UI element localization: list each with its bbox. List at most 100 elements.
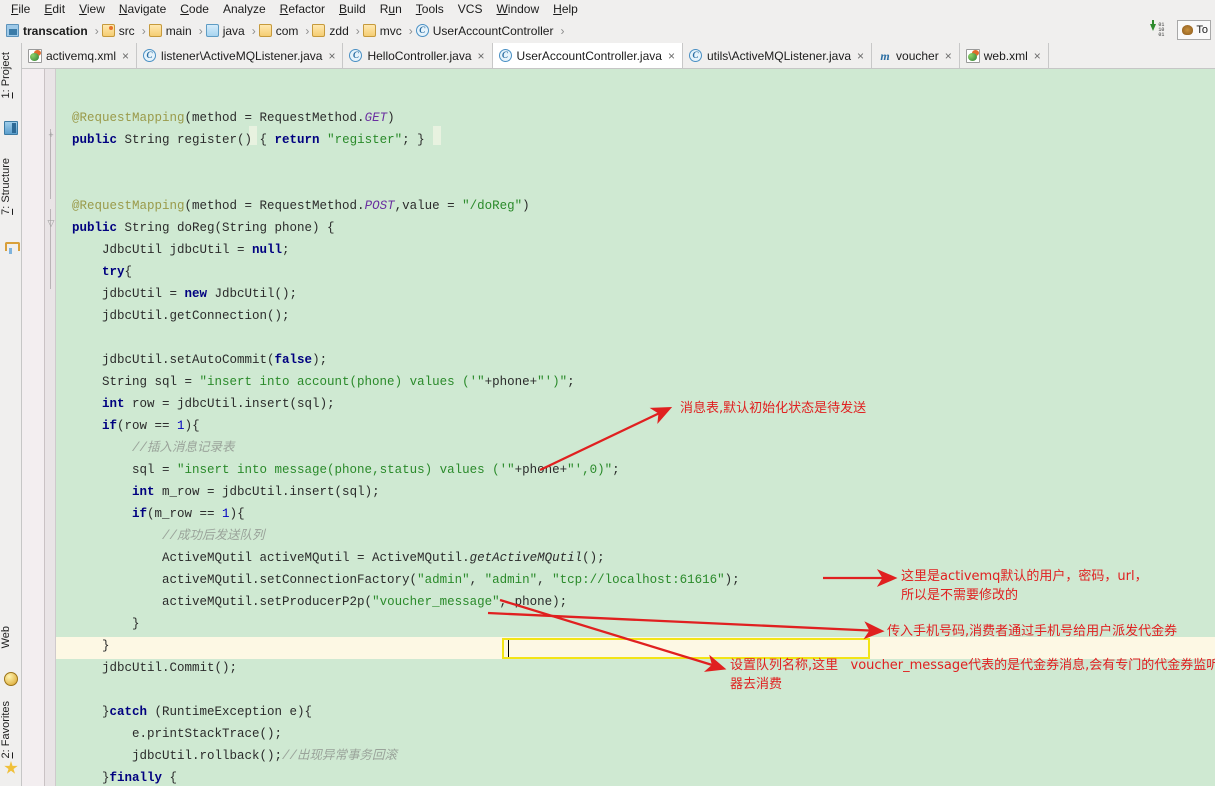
breadcrumb-label: src [118, 23, 135, 38]
breadcrumb: transcation › src › main › java › com › … [0, 18, 1215, 43]
breadcrumb-label: mvc [379, 23, 402, 38]
menu-item-analyze[interactable]: Analyze [216, 1, 273, 17]
close-icon[interactable]: × [478, 50, 485, 62]
folder-icon [148, 24, 162, 37]
menu-item-build[interactable]: Build [332, 1, 373, 17]
breadcrumb-label: transcation [23, 23, 88, 38]
menu-bar: FFileile Edit View Navigate Code Analyze… [0, 0, 1215, 18]
java-class-icon: C [688, 49, 702, 62]
breadcrumb-item-com[interactable]: com [258, 23, 302, 38]
tab-label: UserAccountController.java [516, 48, 662, 63]
code-editor[interactable]: + ▽ @RequestMapping(method = RequestMeth… [22, 69, 1215, 786]
tomcat-bug-icon [1180, 23, 1196, 37]
menu-item-help[interactable]: Help [546, 1, 585, 17]
close-icon[interactable]: × [945, 50, 952, 62]
folder-source-icon [101, 24, 115, 37]
tomcat-label: To [1196, 24, 1208, 36]
tab-label: voucher [896, 48, 939, 63]
fold-toggle-icon[interactable]: + [47, 131, 55, 140]
tab-voucher[interactable]: m voucher × [872, 43, 960, 68]
tab-label: web.xml [983, 48, 1028, 63]
text-caret [508, 640, 509, 657]
breadcrumb-separator: › [198, 23, 203, 38]
breadcrumb-label: main [165, 23, 192, 38]
breadcrumb-label: UserAccountController [432, 23, 554, 38]
java-class-icon: C [349, 49, 363, 62]
web-globe-icon [4, 672, 18, 686]
breadcrumb-label: zdd [329, 23, 349, 38]
breadcrumb-item-zdd[interactable]: zdd [312, 24, 351, 38]
tab-label: listener\ActiveMQListener.java [161, 48, 323, 63]
tab-web-xml[interactable]: web.xml × [959, 43, 1049, 68]
tab-utils-activemqlistener-java[interactable]: C utils\ActiveMQListener.java × [682, 43, 873, 68]
editor-tab-bar: activemq.xml × C listener\ActiveMQListen… [22, 43, 1215, 69]
project-icon [4, 121, 18, 135]
menu-item-navigate[interactable]: Navigate [112, 1, 173, 17]
download-binary-icon: 01 10 01 [1150, 19, 1170, 38]
folder-icon [362, 24, 376, 37]
ide-window: FFileile Edit View Navigate Code Analyze… [0, 0, 1215, 786]
breadcrumb-separator: › [408, 23, 413, 38]
breadcrumb-separator: › [305, 23, 310, 38]
tab-label: HelloController.java [367, 48, 472, 63]
fold-toggle-icon[interactable]: ▽ [47, 219, 55, 228]
sidebar-item-web[interactable]: Web [0, 623, 22, 651]
breadcrumb-item-transcation[interactable]: transcation [6, 24, 91, 38]
breadcrumb-item-mvc[interactable]: mvc [362, 23, 405, 38]
class-icon: C [415, 24, 429, 37]
code-folding-rail[interactable]: + ▽ [45, 69, 56, 786]
close-icon[interactable]: × [122, 50, 129, 62]
java-class-icon: C [498, 49, 512, 62]
xml-file-icon [28, 48, 42, 63]
menu-item-edit[interactable]: Edit [37, 1, 72, 17]
close-icon[interactable]: × [668, 50, 675, 62]
module-icon [6, 24, 19, 37]
breadcrumb-separator: › [355, 23, 360, 38]
breadcrumb-separator: › [141, 23, 146, 38]
xml-file-icon [965, 48, 980, 63]
close-icon[interactable]: × [1034, 50, 1041, 62]
tab-label: utils\ActiveMQListener.java [706, 48, 852, 63]
breadcrumb-item-main[interactable]: main [148, 23, 195, 38]
menu-item-run[interactable]: Run [373, 1, 409, 17]
breadcrumb-item-java[interactable]: java [205, 23, 248, 38]
navbar-toolbar: 01 10 01 To [1147, 19, 1211, 40]
menu-item-file[interactable]: FFileile [4, 1, 37, 17]
breadcrumb-label: com [275, 23, 299, 38]
tab-activemq-xml[interactable]: activemq.xml × [22, 43, 138, 68]
code-text-area[interactable]: @RequestMapping(method = RequestMethod.G… [56, 69, 1215, 786]
menu-item-refactor[interactable]: Refactor [273, 1, 332, 17]
breadcrumb-separator: › [94, 23, 99, 38]
breadcrumb-separator: › [251, 23, 256, 38]
menu-item-tools[interactable]: Tools [409, 1, 451, 17]
java-class-icon: C [143, 49, 157, 62]
editor-gutter[interactable] [22, 69, 45, 786]
tomcat-run-button[interactable]: To [1177, 20, 1211, 40]
menu-item-view[interactable]: View [72, 1, 112, 17]
maven-m-icon: m [880, 48, 890, 63]
breadcrumb-label: java [222, 23, 245, 38]
sidebar-item-project[interactable]: 1: Project [0, 49, 22, 101]
tab-label: activemq.xml [46, 48, 117, 63]
folder-blue-icon [205, 24, 219, 37]
highlighted-code-box [502, 638, 870, 659]
breadcrumb-item-src[interactable]: src [101, 23, 138, 38]
close-icon[interactable]: × [857, 50, 864, 62]
tab-useraccountcontroller-java[interactable]: C UserAccountController.java × [492, 43, 683, 68]
source-code[interactable]: @RequestMapping(method = RequestMethod.G… [56, 69, 740, 786]
tab-hellocontroller-java[interactable]: C HelloController.java × [343, 43, 493, 68]
structure-icon [4, 241, 20, 255]
menu-item-window[interactable]: Window [489, 1, 546, 17]
breadcrumb-item-useraccountcontroller[interactable]: C UserAccountController [415, 23, 557, 38]
download-binary-button[interactable]: 01 10 01 [1147, 19, 1174, 40]
sidebar-item-structure[interactable]: 7: Structure [0, 155, 22, 218]
left-tool-strip: 1: Project 7: Structure Web 2: Favorites [0, 43, 22, 786]
close-icon[interactable]: × [328, 50, 335, 62]
tab-listener-activemqlistener-java[interactable]: C listener\ActiveMQListener.java × [137, 43, 344, 68]
folder-icon [312, 24, 326, 37]
favorites-star-icon [4, 761, 18, 774]
menu-item-code[interactable]: Code [173, 1, 216, 17]
sidebar-item-favorites[interactable]: 2: Favorites [0, 698, 22, 761]
folder-icon [258, 24, 272, 37]
menu-item-vcs[interactable]: VCS [451, 1, 490, 17]
